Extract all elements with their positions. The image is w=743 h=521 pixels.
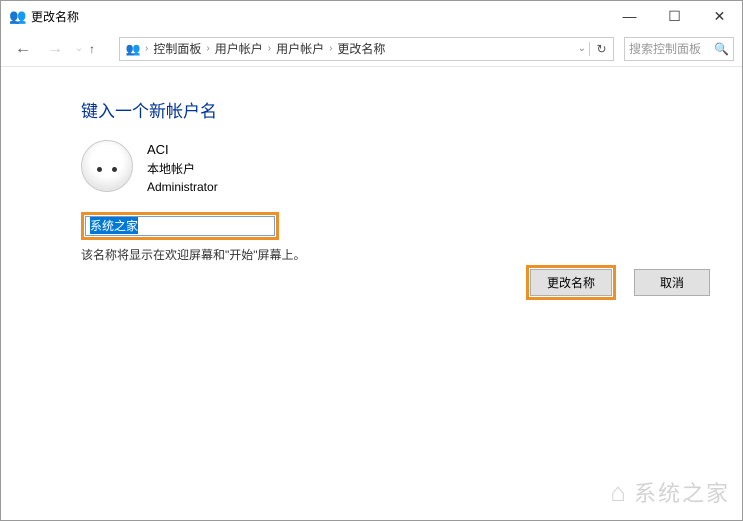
minimize-button[interactable]: —	[607, 1, 652, 31]
breadcrumb[interactable]: 👥 › 控制面板 › 用户帐户 › 用户帐户 › 更改名称 ⌄ ↻	[119, 37, 614, 61]
refresh-button[interactable]: ↻	[589, 42, 609, 56]
content-area: 键入一个新帐户名 ACI 本地帐户 Administrator 该名称将显示在欢…	[1, 67, 742, 263]
chevron-right-icon: ›	[206, 43, 209, 54]
avatar	[81, 140, 133, 192]
search-icon: 🔍	[714, 42, 729, 56]
user-accounts-small-icon: 👥	[124, 40, 142, 58]
maximize-button[interactable]: ☐	[652, 1, 697, 31]
new-name-input[interactable]	[85, 216, 275, 236]
titlebar: 👥 更改名称 — ☐ ✕	[1, 1, 742, 31]
cancel-button[interactable]: 取消	[634, 269, 710, 296]
chevron-right-icon: ›	[329, 43, 332, 54]
watermark-text: 系统之家	[634, 476, 730, 508]
account-type: 本地帐户	[147, 160, 218, 178]
breadcrumb-segment[interactable]: 用户帐户	[274, 40, 326, 57]
up-button[interactable]: ↑	[89, 42, 109, 56]
page-title: 键入一个新帐户名	[81, 97, 742, 122]
watermark: ⌂ 系统之家	[610, 476, 730, 508]
chevron-right-icon: ›	[268, 43, 271, 54]
back-button[interactable]: ←	[9, 35, 37, 63]
highlight-confirm: 更改名称	[526, 265, 616, 300]
account-name: ACI	[147, 140, 218, 160]
account-details: ACI 本地帐户 Administrator	[147, 140, 218, 196]
nav-toolbar: ← → ⌄ ↑ 👥 › 控制面板 › 用户帐户 › 用户帐户 › 更改名称 ⌄ …	[1, 31, 742, 67]
button-row: 更改名称 取消	[526, 265, 710, 300]
chevron-right-icon: ›	[145, 43, 148, 54]
confirm-button[interactable]: 更改名称	[530, 269, 612, 296]
highlight-input	[81, 212, 279, 240]
search-placeholder: 搜索控制面板	[629, 40, 714, 57]
breadcrumb-segment[interactable]: 用户帐户	[213, 40, 265, 57]
breadcrumb-segment[interactable]: 控制面板	[151, 40, 203, 57]
recent-dropdown-icon[interactable]: ⌄	[73, 35, 85, 63]
breadcrumb-dropdown-icon[interactable]: ⌄	[578, 43, 586, 54]
hint-text: 该名称将显示在欢迎屏幕和"开始"屏幕上。	[81, 246, 742, 263]
window-controls: — ☐ ✕	[607, 1, 742, 31]
account-role: Administrator	[147, 178, 218, 196]
search-input[interactable]: 搜索控制面板 🔍	[624, 37, 734, 61]
window-title: 更改名称	[31, 8, 607, 25]
user-accounts-icon: 👥	[9, 8, 25, 24]
account-info: ACI 本地帐户 Administrator	[81, 140, 742, 196]
close-button[interactable]: ✕	[697, 1, 742, 31]
forward-button[interactable]: →	[41, 35, 69, 63]
house-icon: ⌂	[610, 477, 628, 508]
breadcrumb-segment[interactable]: 更改名称	[335, 40, 387, 57]
